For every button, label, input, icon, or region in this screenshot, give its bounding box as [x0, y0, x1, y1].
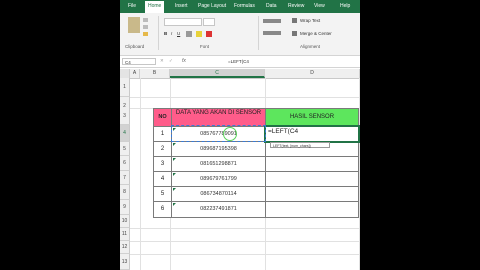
row-header-5[interactable]: 5: [120, 142, 130, 156]
formula-input[interactable]: =LEFT(C4: [228, 58, 249, 65]
row-header-8[interactable]: 8: [120, 185, 130, 200]
cut-icon[interactable]: [143, 18, 148, 22]
gridline: [130, 228, 360, 229]
phone-value: 086734870114: [200, 191, 237, 197]
no-cell[interactable]: 5: [153, 186, 172, 202]
result-cell[interactable]: [265, 201, 359, 218]
result-cell[interactable]: [265, 171, 359, 187]
tab-help[interactable]: Help: [340, 3, 350, 10]
no-cell[interactable]: 4: [153, 171, 172, 187]
phone-cell[interactable]: 086734870114: [171, 186, 266, 202]
borders-icon[interactable]: [186, 31, 192, 37]
error-indicator-icon: [173, 143, 176, 146]
error-indicator-icon: [173, 188, 176, 191]
merge-center-icon[interactable]: [292, 31, 297, 36]
paste-icon[interactable]: [128, 17, 140, 33]
clipboard-group-label: Clipboard: [125, 44, 145, 49]
enter-icon[interactable]: ✓: [169, 58, 173, 64]
touch-cursor-icon: [223, 127, 237, 141]
tab-insert[interactable]: Insert: [175, 3, 188, 10]
row-header-13[interactable]: 13: [120, 254, 130, 270]
ribbon-separator: [158, 16, 159, 50]
result-cell[interactable]: [265, 156, 359, 172]
tab-home[interactable]: Home: [145, 1, 165, 13]
font-color-icon[interactable]: [206, 31, 212, 37]
column-header-c[interactable]: C: [170, 69, 265, 78]
phone-cell[interactable]: 089687195398: [171, 141, 266, 157]
tab-page-layout[interactable]: Page Layout: [198, 3, 226, 10]
bold-icon[interactable]: B: [164, 31, 167, 36]
font-name-select[interactable]: [164, 18, 202, 26]
row-header-12[interactable]: 12: [120, 241, 130, 254]
select-all-corner[interactable]: [120, 69, 130, 78]
row-header-3[interactable]: 3: [120, 108, 130, 125]
align-left-icon[interactable]: [263, 31, 281, 35]
no-cell[interactable]: 3: [153, 156, 172, 172]
no-cell[interactable]: 2: [153, 141, 172, 157]
copy-icon[interactable]: [143, 25, 148, 29]
column-header-b[interactable]: B: [140, 69, 170, 78]
wrap-text-icon[interactable]: [292, 18, 297, 23]
underline-icon[interactable]: U: [177, 31, 180, 36]
header-no-cell[interactable]: NO: [153, 108, 172, 127]
ribbon-tab-bar: File Home Insert Page Layout Formulas Da…: [120, 0, 360, 13]
active-cell-input[interactable]: =LEFT(C4: [268, 128, 298, 135]
reference-highlight: [171, 125, 266, 142]
gridline: [130, 97, 360, 98]
name-box[interactable]: C4: [122, 58, 156, 65]
phone-value: 089679761799: [200, 176, 237, 182]
row-header-11[interactable]: 11: [120, 228, 130, 241]
italic-icon[interactable]: I: [171, 31, 172, 36]
tab-formulas[interactable]: Formulas: [234, 3, 255, 10]
gridline: [130, 254, 360, 255]
cancel-icon[interactable]: ✕: [160, 58, 164, 64]
tab-view[interactable]: View: [314, 3, 325, 10]
no-cell[interactable]: 1: [153, 126, 172, 142]
column-header-a[interactable]: A: [130, 69, 140, 78]
tab-data[interactable]: Data: [266, 3, 277, 10]
error-indicator-icon: [173, 203, 176, 206]
row-header-4[interactable]: 4: [120, 125, 130, 142]
error-indicator-icon: [173, 158, 176, 161]
insert-function-icon[interactable]: fx: [182, 58, 186, 64]
ribbon-separator: [258, 16, 259, 50]
merge-center-button[interactable]: Merge & Center: [300, 31, 332, 36]
row-header-1[interactable]: 1: [120, 78, 130, 97]
phone-value: 081651298871: [200, 161, 237, 167]
row-header-7[interactable]: 7: [120, 171, 130, 185]
tab-file[interactable]: File: [128, 3, 136, 10]
row-header-10[interactable]: 10: [120, 215, 130, 228]
formula-bar: C4 ✕ ✓ fx =LEFT(C4: [120, 56, 360, 68]
gridline: [130, 241, 360, 242]
row-header-6[interactable]: 6: [120, 156, 130, 171]
phone-value: 082237491871: [200, 206, 237, 212]
font-group-label: Font: [200, 44, 210, 49]
phone-cell[interactable]: 081651298871: [171, 156, 266, 172]
phone-cell[interactable]: 082237491871: [171, 201, 266, 218]
font-size-select[interactable]: [203, 18, 215, 26]
ribbon: Clipboard B I U Font Wrap Text Merge & C…: [120, 13, 360, 56]
fill-color-icon[interactable]: [196, 31, 202, 37]
phone-value: 089687195398: [200, 146, 237, 152]
column-header-d[interactable]: D: [265, 69, 360, 78]
function-tooltip: LEFT(text, [num_chars]): [270, 142, 330, 148]
format-painter-icon[interactable]: [143, 32, 148, 36]
error-indicator-icon: [173, 173, 176, 176]
result-cell[interactable]: [265, 186, 359, 202]
excel-window: File Home Insert Page Layout Formulas Da…: [120, 0, 360, 270]
column-header-bar: A B C D: [120, 69, 360, 79]
phone-cell[interactable]: 089679761799: [171, 171, 266, 187]
no-cell[interactable]: 6: [153, 201, 172, 218]
alignment-group-label: Alignment: [300, 44, 321, 49]
tab-review[interactable]: Review: [288, 3, 304, 10]
align-top-icon[interactable]: [263, 19, 281, 23]
row-header-9[interactable]: 9: [120, 200, 130, 215]
wrap-text-button[interactable]: Wrap Text: [300, 18, 320, 23]
